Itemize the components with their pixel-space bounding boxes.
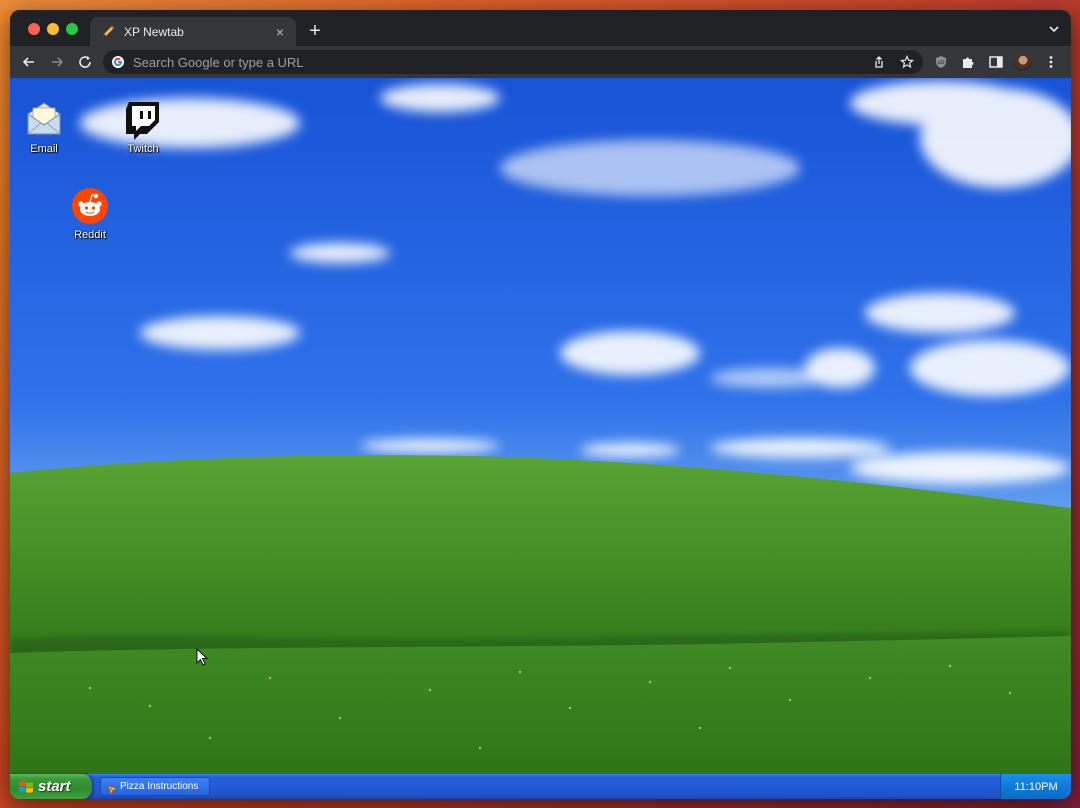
menu-kebab-icon[interactable] <box>1041 52 1061 72</box>
taskbar-item-pizza-instructions[interactable]: Pizza Instructions <box>100 777 210 796</box>
reddit-icon <box>70 186 110 226</box>
pizza-icon <box>107 782 117 795</box>
tab-strip: XP Newtab × + <box>10 10 1071 46</box>
side-panel-icon[interactable] <box>986 52 1006 72</box>
extensions-puzzle-icon[interactable] <box>958 52 978 72</box>
mouse-cursor-icon <box>196 648 208 666</box>
forward-arrow-icon[interactable] <box>47 52 67 72</box>
desktop-icon-reddit[interactable]: Reddit <box>58 186 122 241</box>
bliss-wallpaper <box>10 78 1071 799</box>
desktop-icon-twitch[interactable]: Twitch <box>111 100 175 155</box>
windows-flag-icon <box>18 779 34 795</box>
google-icon <box>111 55 125 69</box>
share-icon[interactable] <box>871 54 887 70</box>
desktop-icon-label: Email <box>30 143 58 155</box>
tab-title: XP Newtab <box>124 24 184 39</box>
desktop-icon-label: Twitch <box>127 143 159 155</box>
tab-search-chevron-icon[interactable] <box>1047 22 1061 36</box>
reload-icon[interactable] <box>75 52 95 72</box>
taskbar-item-label: Pizza Instructions <box>120 781 199 792</box>
bookmark-star-icon[interactable] <box>899 54 915 70</box>
start-button[interactable]: start <box>10 774 92 799</box>
desktop-icon-label: Reddit <box>74 229 106 241</box>
svg-text:uO: uO <box>937 60 944 66</box>
desktop-icon-email[interactable]: Email <box>12 100 76 155</box>
maximize-window-button[interactable] <box>66 23 78 35</box>
minimize-window-button[interactable] <box>47 23 59 35</box>
close-window-button[interactable] <box>28 23 40 35</box>
search-input[interactable] <box>133 54 833 70</box>
omnibox[interactable] <box>103 50 923 74</box>
xp-taskbar: start Pizza Instructions 11:10PM <box>10 774 1071 799</box>
new-tab-button[interactable]: + <box>304 20 326 42</box>
close-tab-icon[interactable]: × <box>272 24 288 40</box>
browser-window: XP Newtab × + Search Google or type a UR… <box>10 10 1071 799</box>
desktop-background <box>0 0 1080 10</box>
system-tray: 11:10PM <box>1000 774 1071 799</box>
profile-avatar[interactable] <box>1013 52 1033 72</box>
pencil-icon <box>100 24 116 40</box>
xp-desktop: Email Twitch Reddit start Pizza Instruct… <box>10 78 1071 799</box>
twitch-icon <box>123 100 163 140</box>
start-label: start <box>38 778 71 795</box>
browser-toolbar: uO <box>10 46 1071 78</box>
clock: 11:10PM <box>1014 780 1058 793</box>
tab-xp-newtab[interactable]: XP Newtab × <box>90 17 296 46</box>
email-envelope-icon <box>24 100 64 140</box>
ublock-icon[interactable]: uO <box>931 52 951 72</box>
back-arrow-icon[interactable] <box>19 52 39 72</box>
